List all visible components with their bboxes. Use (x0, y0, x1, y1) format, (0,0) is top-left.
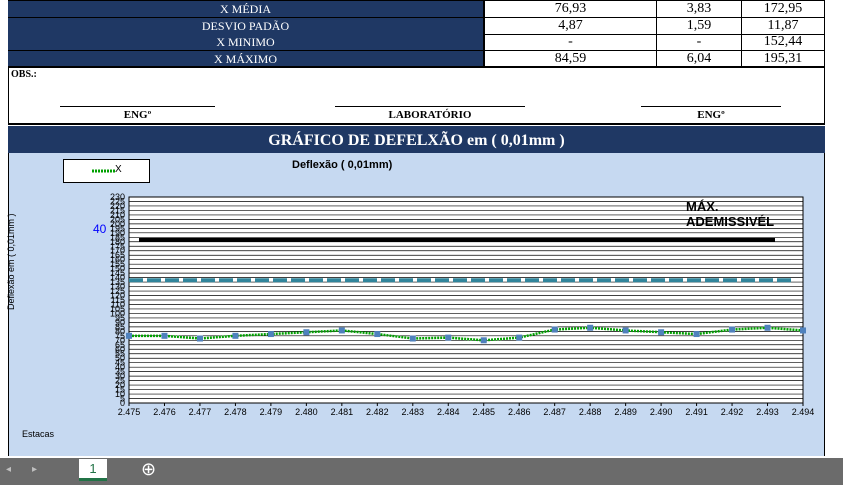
x-tick-label: 2.487 (543, 407, 566, 417)
data-point (303, 329, 310, 336)
chart-annotation: 40 (93, 222, 107, 236)
x-tick-label: 2.493 (756, 407, 779, 417)
x-tick-label: 2.494 (792, 407, 815, 417)
x-tick-label: 2.477 (189, 407, 212, 417)
x-tick-label: 2.479 (260, 407, 283, 417)
x-tick-label: 2.478 (224, 407, 247, 417)
data-point (232, 332, 239, 339)
y-tick-label: 230 (110, 192, 125, 202)
x-tick-label: 2.490 (650, 407, 673, 417)
data-point (693, 331, 700, 338)
scroll-right-icon[interactable]: ▸ (32, 464, 37, 475)
data-point (764, 324, 771, 331)
x-tick-label: 2.481 (331, 407, 354, 417)
add-sheet-icon[interactable]: ⊕ (141, 459, 156, 480)
x-tick-label: 2.489 (614, 407, 637, 417)
data-point (658, 329, 665, 336)
data-point (551, 326, 558, 333)
sheet-tab-1[interactable]: 1 (79, 459, 107, 481)
data-point (445, 334, 452, 341)
data-point (196, 335, 203, 342)
max-admissible-label: MÁX. (686, 199, 719, 214)
x-tick-label: 2.488 (579, 407, 602, 417)
x-axis-label: Estacas (22, 429, 55, 439)
x-tick-label: 2.480 (295, 407, 318, 417)
data-point (338, 327, 345, 334)
x-tick-label: 2.483 (402, 407, 425, 417)
deflection-chart: 0510152025303540455055606570758085909510… (93, 192, 815, 417)
data-point (587, 324, 594, 331)
data-point (729, 326, 736, 333)
data-point (409, 335, 416, 342)
sheet-tab-bar: ◂ ▸ ⊕ (0, 458, 843, 485)
x-tick-label: 2.482 (366, 407, 389, 417)
max-admissible-label: ADEMISSIVÉL (686, 214, 774, 229)
x-tick-label: 2.492 (721, 407, 744, 417)
x-tick-label: 2.476 (153, 407, 176, 417)
data-point (161, 332, 168, 339)
data-point (622, 327, 629, 334)
x-tick-label: 2.484 (437, 407, 460, 417)
data-point (267, 331, 274, 338)
data-point (800, 327, 806, 334)
y-axis-label: Deflexão em ( 0,01mm ) (6, 213, 16, 310)
x-tick-label: 2.485 (472, 407, 495, 417)
x-tick-label: 2.491 (685, 407, 708, 417)
data-point (516, 334, 523, 341)
scroll-left-icon[interactable]: ◂ (6, 464, 11, 475)
data-point (374, 331, 381, 338)
x-tick-label: 2.475 (118, 407, 141, 417)
data-point (480, 337, 487, 344)
x-tick-label: 2.486 (508, 407, 531, 417)
data-point (126, 332, 132, 339)
